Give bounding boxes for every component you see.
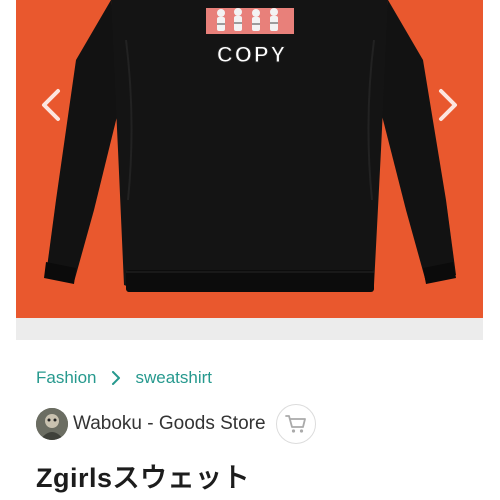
product-title: Zgirlsスウェット xyxy=(36,463,251,493)
chevron-right-icon xyxy=(110,371,122,385)
next-image-button[interactable] xyxy=(427,85,467,125)
chevron-right-icon xyxy=(439,89,457,121)
breadcrumb-item-fashion[interactable]: Fashion xyxy=(36,368,96,388)
breadcrumb-item-sweatshirt[interactable]: sweatshirt xyxy=(135,368,212,388)
product-image[interactable]: COPY xyxy=(16,0,483,318)
gallery-indicator-strip xyxy=(16,318,483,340)
chevron-left-icon xyxy=(42,89,60,121)
breadcrumb: Fashion sweatshirt xyxy=(36,366,212,390)
store-name[interactable]: Waboku - Goods Store xyxy=(73,413,266,435)
store-info: Waboku - Goods Store xyxy=(36,403,316,445)
print-text: COPY xyxy=(217,42,287,67)
cart-icon xyxy=(284,415,306,433)
avatar[interactable] xyxy=(36,408,68,440)
image-gallery: COPY xyxy=(0,0,500,340)
sweatshirt-illustration: COPY xyxy=(44,0,456,292)
prev-image-button[interactable] xyxy=(32,85,72,125)
cart-button[interactable] xyxy=(275,404,316,444)
